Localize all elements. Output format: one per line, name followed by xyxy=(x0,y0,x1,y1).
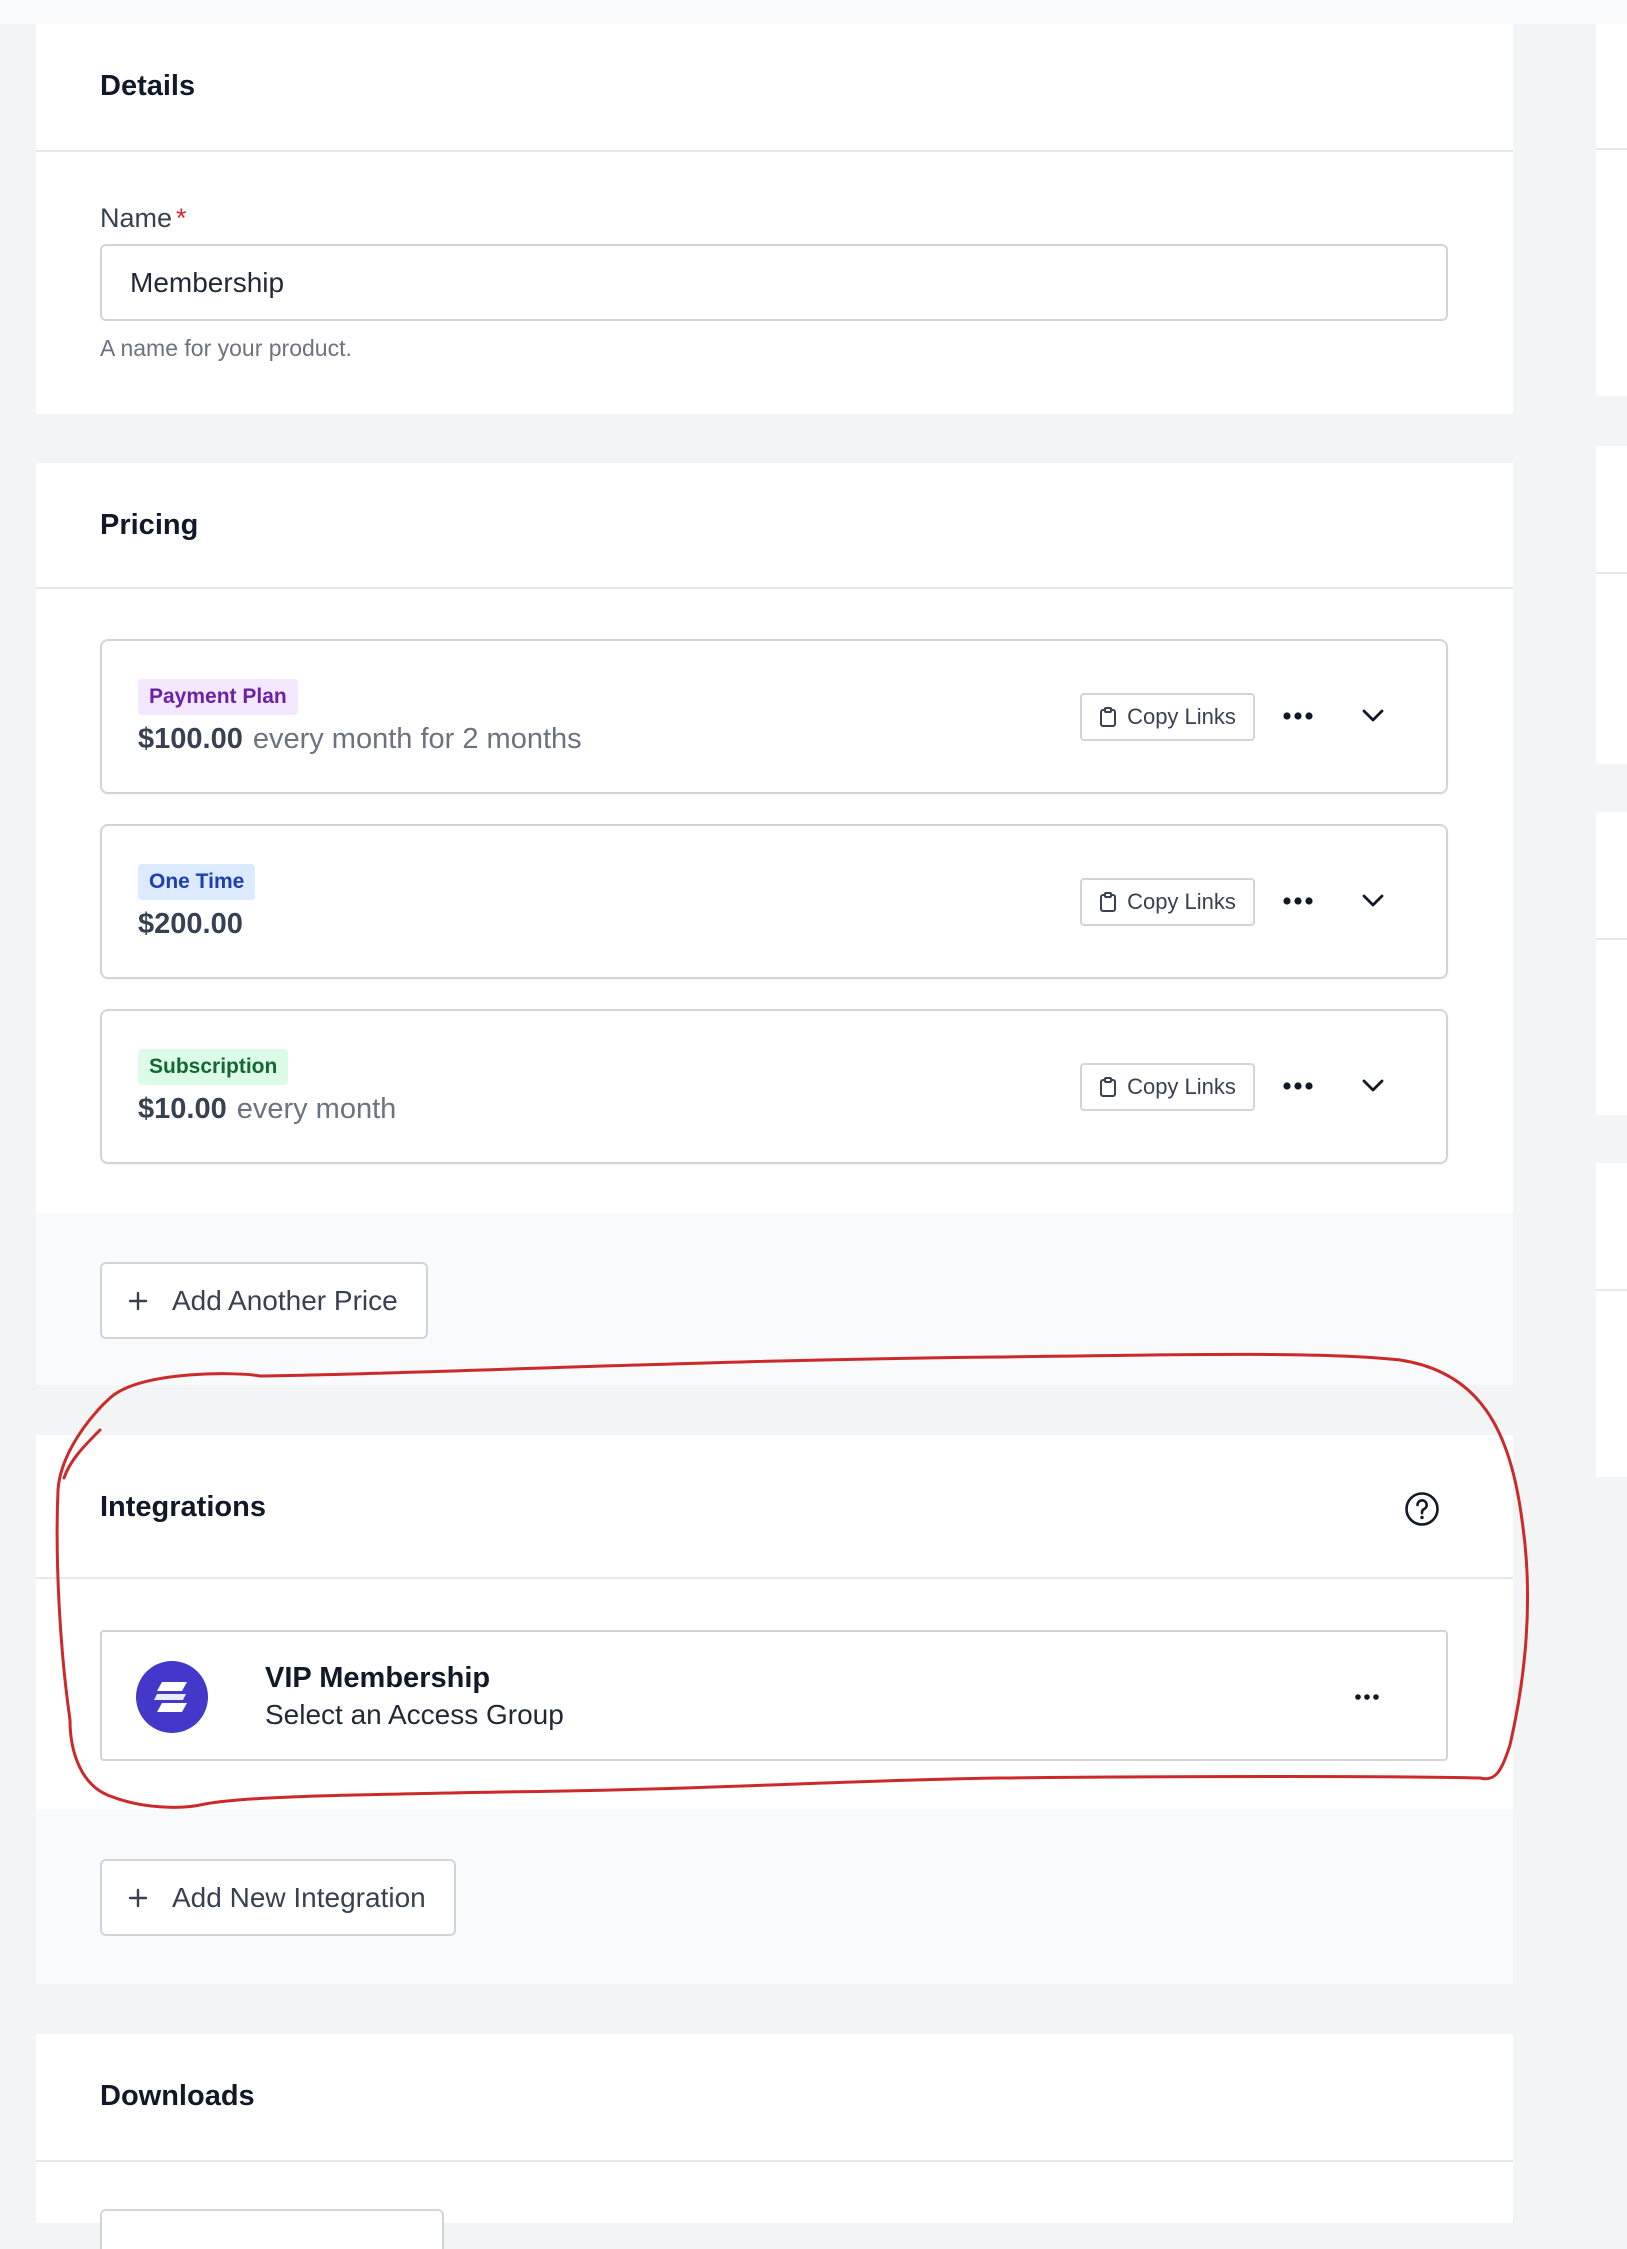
integration-access-group[interactable]: Select an Access Group xyxy=(265,1699,564,1731)
add-new-integration-label: Add New Integration xyxy=(172,1881,426,1913)
integrations-header: Integrations xyxy=(36,1435,1513,1579)
downloads-title: Downloads xyxy=(100,2080,255,2112)
copy-links-button[interactable]: Copy Links xyxy=(1080,1063,1255,1111)
copy-links-label: Copy Links xyxy=(1127,704,1236,729)
price-amount: $100.00 every month for 2 months xyxy=(138,723,582,756)
clipboard-icon xyxy=(1100,892,1117,912)
details-title: Details xyxy=(100,70,196,102)
chevron-down-icon[interactable] xyxy=(1358,701,1388,731)
integrations-footer: Add New Integration xyxy=(36,1809,1513,1984)
integration-logo-icon xyxy=(136,1661,208,1733)
integration-row[interactable]: VIP Membership Select an Access Group xyxy=(100,1630,1448,1761)
add-another-price-label: Add Another Price xyxy=(172,1284,398,1316)
copy-links-label: Copy Links xyxy=(1127,889,1236,914)
price-row[interactable]: Subscription $10.00 every month Copy Link… xyxy=(100,1009,1448,1164)
sidebar-divider xyxy=(1596,938,1627,940)
required-mark: * xyxy=(176,203,187,233)
sidebar-card-2 xyxy=(1596,446,1627,764)
clipboard-icon xyxy=(1100,1077,1117,1097)
name-label: Name * xyxy=(100,203,187,234)
price-interval: every month xyxy=(236,1093,397,1125)
name-label-text: Name xyxy=(100,203,173,233)
copy-links-button[interactable]: Copy Links xyxy=(1080,878,1255,926)
sidebar-card-3 xyxy=(1596,812,1627,1115)
sidebar-divider xyxy=(1596,1289,1627,1291)
more-options-icon[interactable] xyxy=(1280,1071,1316,1101)
price-row[interactable]: One Time $200.00 Copy Links xyxy=(100,824,1448,979)
add-new-integration-button[interactable]: Add New Integration xyxy=(100,1859,456,1936)
more-options-icon[interactable] xyxy=(1280,886,1316,916)
copy-links-button[interactable]: Copy Links xyxy=(1080,693,1255,741)
name-input[interactable] xyxy=(100,244,1448,321)
plus-icon xyxy=(128,1291,148,1310)
pricing-card: Pricing Payment Plan $100.00 every month … xyxy=(36,463,1513,1385)
copy-links-label: Copy Links xyxy=(1127,1074,1236,1099)
price-interval: every month for 2 months xyxy=(252,723,582,755)
price-amount: $10.00 every month xyxy=(138,1093,396,1126)
question-circle-icon[interactable] xyxy=(1404,1491,1440,1527)
sidebar-divider xyxy=(1596,148,1627,150)
pricing-header: Pricing xyxy=(36,463,1513,589)
left-gutter xyxy=(0,24,36,2223)
integrations-card: Integrations VIP Membership Select an Ac… xyxy=(36,1435,1513,1984)
sidebar-divider xyxy=(1596,572,1627,574)
price-row[interactable]: Payment Plan $100.00 every month for 2 mo… xyxy=(100,639,1448,794)
sidebar-card-4 xyxy=(1596,1163,1627,1477)
add-another-price-button[interactable]: Add Another Price xyxy=(100,1262,428,1339)
top-strip xyxy=(0,0,1627,24)
price-type-badge: Subscription xyxy=(138,1049,289,1085)
chevron-down-icon[interactable] xyxy=(1358,886,1388,916)
integrations-title: Integrations xyxy=(100,1491,266,1523)
downloads-header: Downloads xyxy=(36,2034,1513,2162)
chevron-down-icon[interactable] xyxy=(1358,1071,1388,1101)
price-amount: $200.00 xyxy=(138,908,243,941)
integration-name: VIP Membership xyxy=(265,1662,491,1694)
price-amount-value: $200.00 xyxy=(138,908,243,940)
downloads-button-partial[interactable] xyxy=(100,2209,444,2249)
price-type-badge: Payment Plan xyxy=(138,679,298,715)
details-header: Details xyxy=(36,24,1513,152)
price-amount-value: $10.00 xyxy=(138,1093,227,1125)
more-options-icon[interactable] xyxy=(1352,1686,1382,1708)
more-options-icon[interactable] xyxy=(1280,701,1316,731)
price-amount-value: $100.00 xyxy=(138,723,243,755)
clipboard-icon xyxy=(1100,707,1117,727)
pricing-title: Pricing xyxy=(100,509,199,541)
details-card: Details Name* A name for your product. xyxy=(36,24,1513,414)
plus-icon xyxy=(128,1888,148,1907)
name-help-text: A name for your product. xyxy=(100,335,352,361)
price-type-badge: One Time xyxy=(138,864,256,900)
sidebar-card-1 xyxy=(1596,24,1627,396)
pricing-footer: Add Another Price xyxy=(36,1213,1513,1385)
downloads-card: Downloads xyxy=(36,2034,1513,2249)
